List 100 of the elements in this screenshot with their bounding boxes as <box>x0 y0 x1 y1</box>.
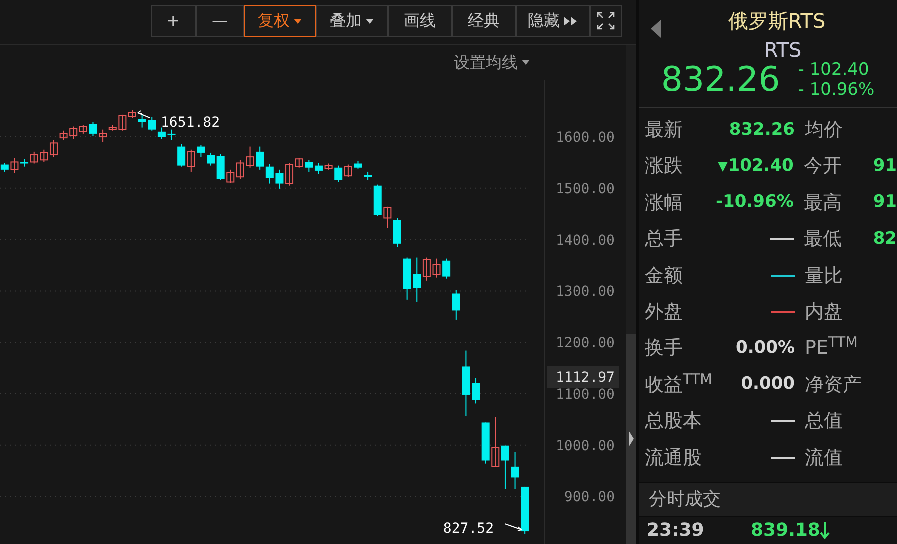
y-axis-label: 1500.00 <box>556 181 615 198</box>
candle <box>148 116 156 132</box>
candle <box>374 184 382 217</box>
y-axis-label: 1100.00 <box>556 386 615 403</box>
candle <box>482 422 490 464</box>
candle <box>354 160 362 170</box>
candle <box>10 158 19 174</box>
field-label: 涨跌 <box>645 154 684 180</box>
scroll-arrow-icon <box>628 431 634 447</box>
field-value: 0.00% <box>736 336 795 360</box>
field-label: 总手 <box>645 227 684 252</box>
field-label: 总值 <box>805 409 844 434</box>
candle <box>492 416 500 468</box>
candle <box>60 130 68 141</box>
candle <box>138 114 146 128</box>
field-label: 收益$^{TTM}$ <box>645 370 713 398</box>
tick-time: 23:39 <box>647 519 706 543</box>
candle <box>178 144 186 168</box>
candle <box>118 114 127 132</box>
toolbar-button[interactable]: 复权 <box>244 5 316 37</box>
toolbar-button[interactable]: 经典 <box>452 5 516 37</box>
candle <box>452 290 460 320</box>
candle <box>334 165 343 183</box>
field-value: 832.26 <box>729 118 795 142</box>
low-price-label: 827.52 <box>443 521 494 537</box>
toolbar-button[interactable]: 隐藏 <box>516 5 590 37</box>
field-label: 流通股 <box>645 446 703 471</box>
scrollbar[interactable] <box>626 45 636 544</box>
current-price-tag: 1112.97 <box>547 366 619 388</box>
back-arrow-icon[interactable] <box>651 20 661 38</box>
field-label: 最新 <box>645 118 684 143</box>
candle <box>79 124 88 134</box>
field-value: 91 <box>873 191 897 214</box>
field-label: 涨幅 <box>645 190 684 216</box>
y-axis-label: 900.00 <box>564 490 615 506</box>
y-axis-label: 1000.00 <box>556 438 615 454</box>
candle <box>472 378 480 404</box>
section-header: 分时成交 <box>639 482 897 517</box>
field-value: 102.40 <box>718 154 794 180</box>
candle <box>236 160 244 180</box>
candle <box>462 350 470 417</box>
field-label: 流值 <box>805 446 844 471</box>
candle <box>158 127 166 140</box>
candle <box>168 129 176 141</box>
index-code: RTS <box>763 40 802 60</box>
toolbar-button[interactable]: 叠加 <box>316 5 388 37</box>
field-label: 换手 <box>645 336 684 362</box>
double-arrow-icon <box>564 16 578 26</box>
y-axis-label: 1200.00 <box>556 336 615 352</box>
candle <box>70 126 78 140</box>
field-label: 最高 <box>804 190 843 216</box>
candle <box>40 149 48 163</box>
field-value: -10.96% <box>716 191 794 214</box>
toolbar-button[interactable]: 画线 <box>388 5 452 37</box>
candle <box>511 452 520 490</box>
field-value: 91 <box>873 154 897 178</box>
candle <box>226 169 235 184</box>
y-axis-label: 1300.00 <box>556 284 615 300</box>
candle <box>0 162 9 172</box>
down-triangle-icon <box>718 162 728 172</box>
candle <box>256 146 264 170</box>
leader-arrow-icon <box>138 110 150 118</box>
field-label: 外盘 <box>645 300 684 325</box>
candle <box>432 258 441 278</box>
high-price-label: 1651.82 <box>161 115 220 131</box>
candle <box>197 144 206 158</box>
field-label: 均价 <box>805 118 844 143</box>
candle <box>246 146 254 168</box>
toolbar-button[interactable]: + <box>150 5 196 37</box>
candle <box>89 122 98 136</box>
field-label: 总股本 <box>645 409 703 434</box>
candle <box>364 171 372 181</box>
caret-icon <box>294 18 302 24</box>
field-label: PE$^{TTM}$ <box>805 334 859 362</box>
candle <box>324 163 333 170</box>
fullscreen-icon <box>597 12 615 30</box>
index-name: 俄罗斯RTS <box>727 8 826 35</box>
caret-icon <box>366 18 374 24</box>
field-value: 82 <box>873 228 897 251</box>
ma-setting-dropdown[interactable]: 设置均线 <box>454 50 530 74</box>
candle <box>501 445 510 490</box>
candle <box>305 160 314 172</box>
candle <box>50 140 58 158</box>
candle <box>394 218 402 248</box>
tick-price: 839.18 <box>751 519 820 543</box>
change-percent: - 10.96% <box>798 80 875 100</box>
fullscreen-button[interactable] <box>590 5 622 37</box>
change-value: - 102.40 <box>798 60 870 80</box>
candle <box>344 164 352 178</box>
field-label: 量比 <box>805 264 844 289</box>
candle <box>403 257 412 300</box>
candle <box>521 486 530 534</box>
field-value: 0.000 <box>741 373 795 396</box>
field-label: 净资产 <box>805 372 863 398</box>
candle <box>384 206 392 228</box>
field-label: 最低 <box>804 227 843 252</box>
down-arrow-icon <box>820 522 830 540</box>
toolbar-button[interactable]: — <box>196 5 244 37</box>
candle <box>266 164 274 184</box>
candle <box>128 110 136 119</box>
